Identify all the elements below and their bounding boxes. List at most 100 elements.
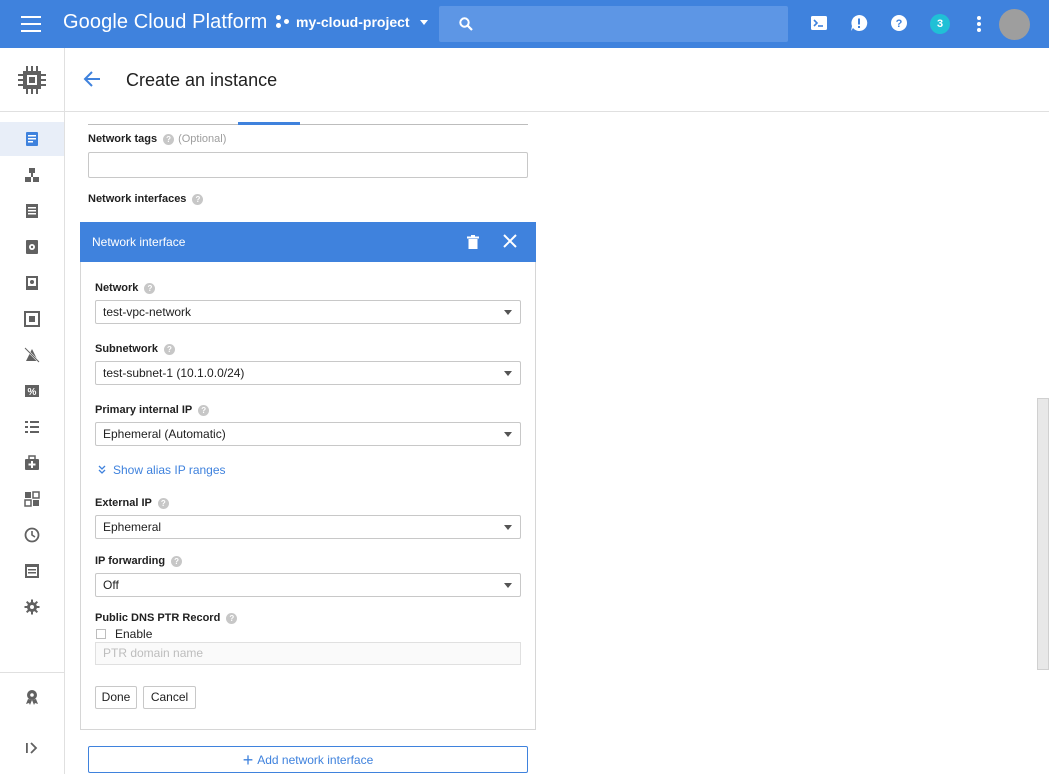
network-tags-label: Network tags ? (Optional)	[88, 133, 226, 145]
close-icon[interactable]	[503, 234, 517, 248]
primary-ip-label: Primary internal IP ?	[95, 404, 210, 416]
external-ip-label: External IP ?	[95, 497, 169, 509]
ip-forwarding-value: Off	[103, 578, 119, 592]
dropdown-arrow-icon	[504, 371, 512, 376]
panel-title: Network interface	[92, 235, 186, 249]
network-label: Network ?	[95, 282, 156, 294]
dropdown-arrow-icon	[504, 583, 512, 588]
metadata-icon[interactable]	[24, 419, 40, 435]
ptr-record-label: Public DNS PTR Record ?	[95, 612, 238, 624]
cancel-button[interactable]: Cancel	[143, 686, 196, 709]
avatar[interactable]	[999, 9, 1030, 40]
back-arrow-icon[interactable]	[83, 70, 101, 88]
operations-icon[interactable]	[24, 527, 40, 543]
help-icon[interactable]: ?	[198, 404, 210, 416]
network-tags-input[interactable]	[88, 152, 528, 178]
tabs-strip	[88, 113, 528, 125]
help-icon[interactable]: ?	[890, 14, 910, 34]
page-header: Create an instance	[65, 48, 1049, 112]
subnetwork-value: test-subnet-1 (10.1.0.0/24)	[103, 366, 245, 380]
ptr-label-text: Public DNS PTR Record	[95, 612, 221, 624]
add-network-interface-button[interactable]: + Add network interface	[88, 746, 528, 773]
compute-engine-icon[interactable]	[17, 65, 47, 95]
help-icon[interactable]: ?	[163, 133, 175, 145]
enable-label: Enable	[115, 627, 153, 641]
settings-icon[interactable]	[24, 599, 40, 615]
optional-label: (Optional)	[178, 133, 227, 145]
project-selector[interactable]: my-cloud-project	[276, 14, 428, 30]
chevron-down-icon	[419, 19, 428, 25]
page-title: Create an instance	[126, 70, 278, 90]
sidebar-product-header	[0, 48, 64, 112]
primary-ip-label-text: Primary internal IP	[95, 404, 193, 416]
subnetwork-select[interactable]: test-subnet-1 (10.1.0.0/24)	[95, 361, 521, 385]
external-ip-select[interactable]: Ephemeral	[95, 515, 521, 539]
top-bar: Google Cloud Platform my-cloud-project ?…	[0, 0, 1049, 48]
cloud-shell-icon[interactable]	[810, 14, 830, 34]
quotas-icon[interactable]	[24, 563, 40, 579]
primary-ip-value: Ephemeral (Automatic)	[103, 427, 226, 441]
images-icon[interactable]	[24, 311, 40, 327]
committed-use-icon[interactable]: %	[24, 383, 40, 399]
done-button[interactable]: Done	[95, 686, 137, 709]
marketplace-icon[interactable]	[24, 689, 40, 705]
dropdown-arrow-icon	[504, 432, 512, 437]
svg-text:?: ?	[896, 18, 903, 30]
help-icon[interactable]: ?	[192, 193, 204, 205]
plus-icon: +	[242, 749, 254, 770]
project-dots-icon	[276, 15, 290, 29]
instance-templates-icon[interactable]	[24, 203, 40, 219]
add-interface-label: Add network interface	[257, 752, 374, 767]
disks-icon[interactable]	[24, 239, 40, 255]
network-interface-panel: Network interface Network ? test-vpc-net…	[80, 222, 536, 730]
network-interfaces-label: Network interfaces ?	[88, 193, 204, 205]
alias-link-text: Show alias IP ranges	[113, 463, 226, 477]
panel-header: Network interface	[80, 222, 536, 262]
double-chevron-down-icon	[98, 465, 106, 474]
svg-text:%: %	[28, 387, 37, 398]
dropdown-arrow-icon	[504, 525, 512, 530]
vm-instances-icon[interactable]	[24, 131, 40, 147]
primary-ip-select[interactable]: Ephemeral (Automatic)	[95, 422, 521, 446]
help-icon[interactable]: ?	[163, 343, 175, 355]
more-options-icon[interactable]	[977, 16, 981, 32]
network-tags-label-text: Network tags	[88, 133, 158, 145]
ip-forwarding-label: IP forwarding ?	[95, 555, 183, 567]
instance-groups-icon[interactable]	[24, 167, 40, 183]
snapshots-icon[interactable]	[24, 275, 40, 291]
ip-forwarding-select[interactable]: Off	[95, 573, 521, 597]
tpus-icon[interactable]	[24, 347, 40, 363]
health-checks-icon[interactable]	[24, 455, 40, 471]
help-icon[interactable]: ?	[171, 555, 183, 567]
ptr-domain-input[interactable]: PTR domain name	[95, 642, 521, 665]
external-ip-label-text: External IP	[95, 497, 152, 509]
ip-forwarding-label-text: IP forwarding	[95, 555, 166, 567]
help-icon[interactable]: ?	[226, 612, 238, 624]
network-label-text: Network	[95, 282, 139, 294]
subnetwork-label-text: Subnetwork	[95, 343, 158, 355]
project-name: my-cloud-project	[296, 14, 410, 30]
tab-networking-indicator[interactable]	[238, 122, 300, 125]
notifications-badge[interactable]: 3	[930, 14, 950, 34]
help-icon[interactable]: ?	[144, 282, 156, 294]
expand-sidebar-icon[interactable]	[24, 740, 40, 756]
sidebar: %	[0, 48, 65, 774]
main-content: Network tags ? (Optional) Network interf…	[65, 113, 1035, 774]
subnetwork-label: Subnetwork ?	[95, 343, 175, 355]
enable-ptr-checkbox[interactable]	[96, 629, 106, 639]
external-ip-value: Ephemeral	[103, 520, 162, 534]
search-input[interactable]	[439, 6, 788, 42]
zones-icon[interactable]	[24, 491, 40, 507]
delete-icon[interactable]	[467, 235, 479, 249]
show-alias-ip-link[interactable]: Show alias IP ranges	[97, 463, 226, 477]
search-icon	[459, 17, 473, 31]
help-icon[interactable]: ?	[157, 497, 169, 509]
brand-title[interactable]: Google Cloud Platform	[63, 11, 267, 34]
network-value: test-vpc-network	[103, 305, 192, 319]
network-select[interactable]: test-vpc-network	[95, 300, 521, 324]
dropdown-arrow-icon	[504, 310, 512, 315]
network-interfaces-label-text: Network interfaces	[88, 193, 187, 205]
feedback-icon[interactable]	[850, 14, 870, 34]
hamburger-menu-icon[interactable]	[21, 16, 41, 32]
scrollbar[interactable]	[1037, 398, 1049, 670]
